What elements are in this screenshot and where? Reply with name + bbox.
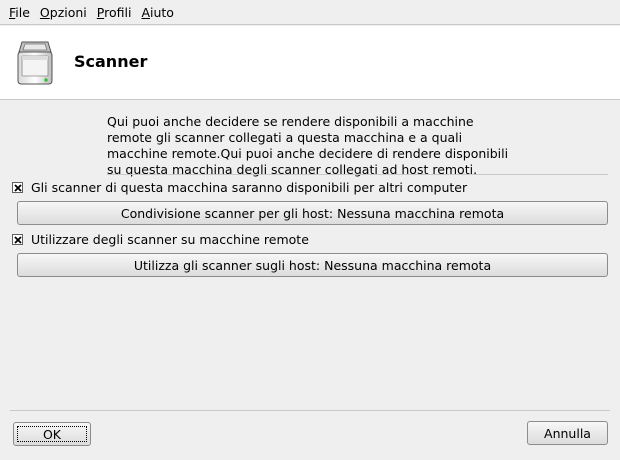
remote-hosts-button[interactable]: Utilizza gli scanner sugli host: Nessuna… [17, 253, 608, 277]
cancel-button[interactable]: Annulla [527, 421, 608, 445]
menu-aiuto[interactable]: Aiuto [136, 5, 179, 20]
page-title: Scanner [74, 52, 148, 71]
menubar: File Opzioni Profili Aiuto [0, 0, 620, 25]
use-remote-scanners-checkbox[interactable]: Utilizzare degli scanner su macchine rem… [12, 232, 309, 247]
scanner-icon [14, 40, 56, 88]
share-hosts-button[interactable]: Condivisione scanner per gli host: Nessu… [17, 201, 608, 225]
menu-file[interactable]: File [4, 5, 35, 20]
description-text: Qui puoi anche decidere se rendere dispo… [107, 114, 509, 177]
focus-ring [17, 426, 87, 442]
checkbox-checked-icon[interactable] [12, 182, 23, 193]
share-scanners-checkbox[interactable]: Gli scanner di questa macchina saranno d… [12, 180, 467, 195]
ok-button[interactable]: OK [13, 422, 91, 446]
menu-opzioni[interactable]: Opzioni [35, 5, 92, 20]
use-remote-scanners-label: Utilizzare degli scanner su macchine rem… [31, 232, 309, 247]
share-scanners-label: Gli scanner di questa macchina saranno d… [31, 180, 468, 195]
separator [107, 174, 608, 175]
header-banner: Scanner [0, 26, 620, 100]
footer-separator [10, 410, 610, 411]
menu-profili[interactable]: Profili [92, 5, 137, 20]
checkbox-checked-icon[interactable] [12, 234, 23, 245]
